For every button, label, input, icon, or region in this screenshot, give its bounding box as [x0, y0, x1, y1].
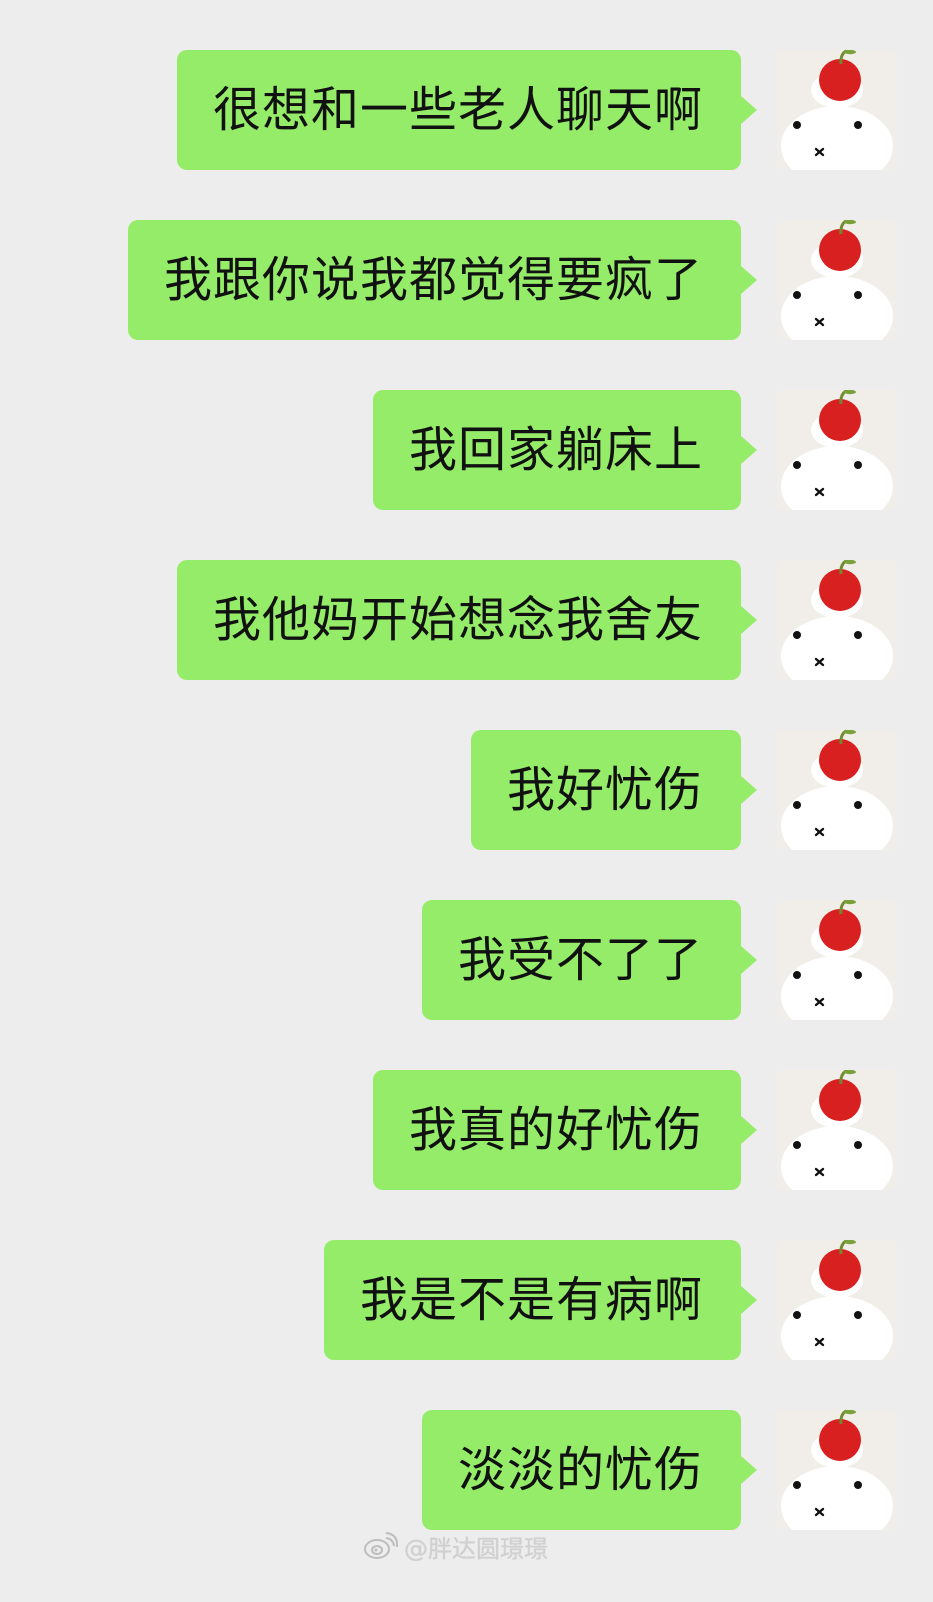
cartoon-bunny-with-cherry-icon	[777, 220, 897, 340]
avatar[interactable]	[777, 1240, 897, 1360]
cartoon-bunny-with-cherry-icon	[777, 730, 897, 850]
message-row: 我跟你说我都觉得要疯了	[127, 220, 897, 340]
message-row: 我是不是有病啊	[323, 1240, 897, 1360]
message-row: 我他妈开始想念我舍友	[176, 560, 897, 680]
avatar[interactable]	[777, 50, 897, 170]
message-row: 很想和一些老人聊天啊	[176, 50, 897, 170]
message-bubble[interactable]: 我回家躺床上	[372, 390, 758, 510]
cartoon-bunny-with-cherry-icon	[777, 1070, 897, 1190]
cartoon-bunny-with-cherry-icon	[777, 560, 897, 680]
message-bubble[interactable]: 我真的好忧伤	[372, 1070, 758, 1190]
weibo-icon	[364, 1532, 398, 1559]
cartoon-bunny-with-cherry-icon	[777, 1240, 897, 1360]
avatar[interactable]	[777, 560, 897, 680]
watermark-text: @胖达圆璟璟	[404, 1534, 548, 1563]
message-row: 淡淡的忧伤	[421, 1410, 897, 1530]
cartoon-bunny-with-cherry-icon	[777, 390, 897, 510]
message-bubble[interactable]: 淡淡的忧伤	[421, 1410, 758, 1530]
cartoon-bunny-with-cherry-icon	[777, 50, 897, 170]
message-bubble[interactable]: 我跟你说我都觉得要疯了	[127, 220, 758, 340]
avatar[interactable]	[777, 220, 897, 340]
message-bubble[interactable]: 很想和一些老人聊天啊	[176, 50, 758, 170]
avatar[interactable]	[777, 900, 897, 1020]
chat-message-list: 很想和一些老人聊天啊 我跟你说我都觉得要疯了 我回家躺床上 我他妈开始想念我舍友…	[0, 0, 933, 1602]
message-bubble[interactable]: 我是不是有病啊	[323, 1240, 758, 1360]
cartoon-bunny-with-cherry-icon	[777, 900, 897, 1020]
watermark: @胖达圆璟璟	[364, 1528, 548, 1564]
message-bubble[interactable]: 我好忧伤	[470, 730, 758, 850]
avatar[interactable]	[777, 730, 897, 850]
message-bubble[interactable]: 我受不了了	[421, 900, 758, 1020]
message-bubble[interactable]: 我他妈开始想念我舍友	[176, 560, 758, 680]
avatar[interactable]	[777, 390, 897, 510]
message-row: 我回家躺床上	[372, 390, 897, 510]
message-row: 我真的好忧伤	[372, 1070, 897, 1190]
message-row: 我好忧伤	[470, 730, 897, 850]
message-row: 我受不了了	[421, 900, 897, 1020]
cartoon-bunny-with-cherry-icon	[777, 1410, 897, 1530]
avatar[interactable]	[777, 1070, 897, 1190]
avatar[interactable]	[777, 1410, 897, 1530]
